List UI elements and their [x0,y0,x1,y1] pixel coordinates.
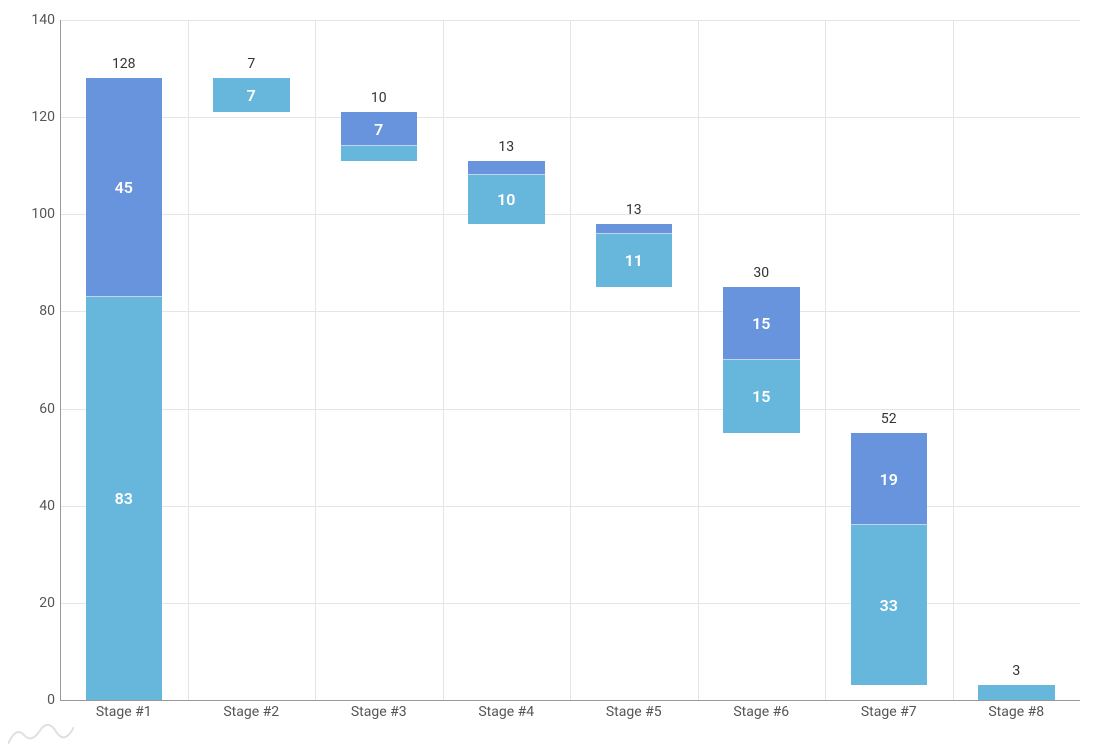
x-tick-label: Stage #4 [443,704,571,720]
x-tick-label: Stage #3 [315,704,443,720]
y-tick-label: 0 [5,692,55,708]
bar-segment-b: 45 [86,78,163,297]
bar-segment-a: 83 [86,297,163,700]
bar-stage-3[interactable]: 7 10 [341,112,418,161]
total-label: 30 [723,265,800,281]
total-label: 52 [851,411,928,427]
y-tick-label: 20 [5,595,55,611]
bar-segment-b [596,224,673,234]
x-tick-label: Stage #7 [825,704,953,720]
total-label: 3 [978,663,1055,679]
total-label: 10 [341,90,418,106]
bar-segment-a [341,146,418,161]
stacked-waterfall-chart: 0 20 40 60 80 100 120 140 Stage #1 Stage… [0,0,1113,750]
bar-segment-a: 7 [213,78,290,112]
bar-stage-4[interactable]: 10 13 [468,161,545,224]
y-tick-label: 120 [5,109,55,125]
total-label: 128 [86,56,163,72]
bar-stage-5[interactable]: 11 13 [596,224,673,287]
bar-stage-7[interactable]: 33 19 52 [851,433,928,686]
bar-segment-a: 10 [468,175,545,224]
bar-stage-6[interactable]: 15 15 30 [723,287,800,433]
plot-area: 83 45 128 7 7 7 10 10 13 11 [60,20,1080,700]
bar-stage-1[interactable]: 83 45 128 [86,78,163,700]
bar-segment-a: 33 [851,525,928,685]
y-tick-label: 40 [5,498,55,514]
bar-segment-b: 19 [851,433,928,525]
amcharts-logo-icon [8,723,74,744]
bar-segment-a: 15 [723,360,800,433]
total-label: 7 [213,56,290,72]
total-label: 13 [468,139,545,155]
bar-segment-b [468,161,545,176]
bar-segment-a [978,685,1055,700]
x-tick-label: Stage #5 [570,704,698,720]
bar-stage-8[interactable]: 3 [978,685,1055,700]
bar-stage-2[interactable]: 7 7 [213,78,290,112]
y-tick-label: 80 [5,303,55,319]
total-label: 13 [596,202,673,218]
x-tick-label: Stage #8 [953,704,1081,720]
bar-segment-a: 11 [596,234,673,287]
y-tick-label: 100 [5,206,55,222]
y-tick-label: 140 [5,12,55,28]
x-tick-label: Stage #6 [698,704,826,720]
x-tick-label: Stage #1 [60,704,188,720]
y-tick-label: 60 [5,401,55,417]
x-tick-label: Stage #2 [188,704,316,720]
bar-segment-b: 15 [723,287,800,360]
bar-segment-b: 7 [341,112,418,146]
